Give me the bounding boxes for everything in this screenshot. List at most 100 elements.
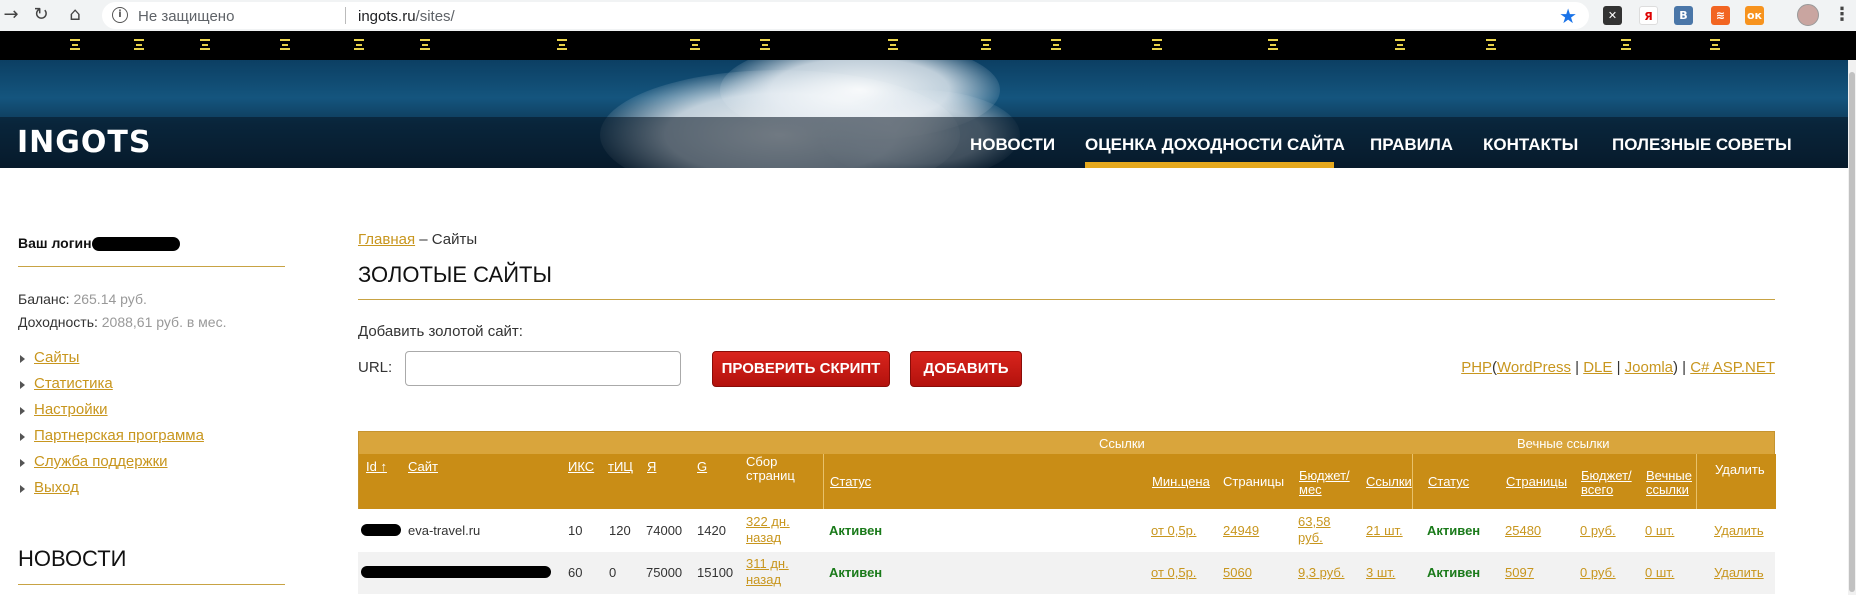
bookmark-icon[interactable] — [134, 39, 144, 50]
cell-eternal-links[interactable]: 0 шт. — [1645, 565, 1674, 581]
bookmark-icon[interactable] — [557, 39, 567, 50]
pages-link[interactable]: 5060 — [1223, 565, 1252, 580]
add-site-button[interactable]: ДОБАВИТЬ — [910, 351, 1022, 387]
nav-item-tips[interactable]: ПОЛЕЗНЫЕ СОВЕТЫ — [1612, 135, 1792, 155]
sort-link[interactable]: Страницы — [1506, 474, 1567, 489]
min-price-link[interactable]: от 0,5р. — [1151, 523, 1196, 538]
cell-eternal-budget[interactable]: 0 руб. — [1580, 523, 1616, 539]
sidebar-item-support[interactable]: Служба поддержки — [18, 453, 204, 479]
page-scrollbar[interactable] — [1848, 60, 1856, 595]
sidebar-link[interactable]: Настройки — [34, 401, 108, 418]
collect-link[interactable]: 311 дн. назад — [746, 556, 789, 587]
sort-link[interactable]: Бюджет/ всего — [1581, 468, 1632, 497]
sort-link[interactable]: Статус — [1428, 474, 1469, 489]
cell-min-price[interactable]: от 0,5р. — [1151, 523, 1196, 539]
sort-link[interactable]: G — [697, 459, 707, 474]
col-status[interactable]: Статус — [830, 475, 871, 489]
bookmark-icon[interactable] — [1268, 39, 1278, 50]
col-eternal-status[interactable]: Статус — [1428, 475, 1469, 489]
eternal-budget-link[interactable]: 0 руб. — [1580, 523, 1616, 538]
wordpress-link[interactable]: WordPress — [1497, 359, 1571, 376]
col-id[interactable]: Id ↑ — [366, 460, 387, 474]
url-text[interactable]: ingots.ru/sites/ — [358, 8, 455, 25]
bookmark-icon[interactable] — [200, 39, 210, 50]
php-link[interactable]: PHP — [1461, 359, 1492, 376]
nav-item-contacts[interactable]: КОНТАКТЫ — [1483, 135, 1578, 155]
joomla-link[interactable]: Joomla — [1625, 359, 1673, 376]
rss-extension-icon[interactable]: ≋ — [1711, 6, 1730, 25]
profile-avatar[interactable] — [1797, 4, 1819, 26]
bookmark-icon[interactable] — [888, 39, 898, 50]
bookmark-icon[interactable] — [1486, 39, 1496, 50]
sort-link[interactable]: Id ↑ — [366, 459, 387, 474]
col-min-price[interactable]: Мин.цена — [1152, 475, 1210, 489]
reload-icon[interactable]: ↻ — [30, 4, 52, 26]
cell-eternal-budget[interactable]: 0 руб. — [1580, 565, 1616, 581]
bookmark-star-icon[interactable]: ★ — [1559, 4, 1577, 28]
sidebar-link[interactable]: Выход — [34, 479, 79, 496]
sidebar-link[interactable]: Статистика — [34, 375, 113, 392]
sidebar-link[interactable]: Служба поддержки — [34, 453, 168, 470]
breadcrumb-home-link[interactable]: Главная — [358, 231, 415, 248]
cell-pages[interactable]: 24949 — [1223, 523, 1259, 539]
eternal-pages-link[interactable]: 5097 — [1505, 565, 1534, 580]
sort-link[interactable]: тИЦ — [608, 459, 633, 474]
nav-item-income[interactable]: ОЦЕНКА ДОХОДНОСТИ САЙТА — [1085, 135, 1345, 155]
cell-links[interactable]: 21 шт. — [1366, 523, 1403, 539]
cell-collect[interactable]: 311 дн. назад — [746, 556, 789, 588]
bookmark-icon[interactable] — [760, 39, 770, 50]
cell-eternal-pages[interactable]: 25480 — [1505, 523, 1541, 539]
bookmark-icon[interactable] — [981, 39, 991, 50]
sort-link[interactable]: Статус — [830, 474, 871, 489]
extension-icon[interactable]: ✕ — [1603, 6, 1622, 25]
cell-pages[interactable]: 5060 — [1223, 565, 1252, 581]
col-google[interactable]: G — [697, 460, 707, 474]
min-price-link[interactable]: от 0,5р. — [1151, 565, 1196, 580]
sidebar-link[interactable]: Партнерская программа — [34, 427, 204, 444]
bookmark-icon[interactable] — [70, 39, 80, 50]
col-yandex[interactable]: Я — [647, 460, 656, 474]
cell-eternal-links[interactable]: 0 шт. — [1645, 523, 1674, 539]
sidebar-link[interactable]: Сайты — [34, 349, 79, 366]
col-tic[interactable]: тИЦ — [608, 460, 633, 474]
site-logo[interactable]: INGOTS — [17, 125, 151, 160]
sidebar-item-sites[interactable]: Сайты — [18, 349, 204, 375]
col-eternal-pages[interactable]: Страницы — [1506, 475, 1567, 489]
cell-eternal-pages[interactable]: 5097 — [1505, 565, 1534, 581]
scrollbar-thumb[interactable] — [1849, 72, 1855, 592]
eternal-links-link[interactable]: 0 шт. — [1645, 523, 1674, 538]
sort-link[interactable]: Сайт — [408, 459, 438, 474]
address-bar[interactable]: i Не защищено ingots.ru/sites/ ★ — [102, 2, 1589, 29]
cell-min-price[interactable]: от 0,5р. — [1151, 565, 1196, 581]
links-link[interactable]: 3 шт. — [1366, 565, 1395, 580]
ok-extension-icon[interactable]: ок — [1745, 6, 1764, 25]
sidebar-item-stats[interactable]: Статистика — [18, 375, 204, 401]
bookmark-icon[interactable] — [1152, 39, 1162, 50]
sort-link[interactable]: Бюджет/ мес — [1299, 468, 1350, 497]
eternal-links-link[interactable]: 0 шт. — [1645, 565, 1674, 580]
bookmark-icon[interactable] — [1051, 39, 1061, 50]
browser-menu-icon[interactable]: ⋮ — [1833, 4, 1851, 25]
back-icon[interactable]: → — [0, 4, 22, 26]
cell-delete[interactable]: Удалить — [1714, 565, 1764, 581]
sidebar-item-settings[interactable]: Настройки — [18, 401, 204, 427]
pages-link[interactable]: 24949 — [1223, 523, 1259, 538]
cell-budget[interactable]: 63,58 руб. — [1298, 514, 1331, 546]
col-eternal-budget[interactable]: Бюджет/ всего — [1581, 469, 1632, 497]
links-link[interactable]: 21 шт. — [1366, 523, 1403, 538]
delete-link[interactable]: Удалить — [1714, 523, 1764, 538]
col-budget[interactable]: Бюджет/ мес — [1299, 469, 1350, 497]
vk-extension-icon[interactable]: В — [1674, 6, 1693, 25]
nav-item-rules[interactable]: ПРАВИЛА — [1370, 135, 1453, 155]
bookmark-icon[interactable] — [280, 39, 290, 50]
sidebar-item-logout[interactable]: Выход — [18, 479, 204, 505]
collect-link[interactable]: 322 дн. назад — [746, 514, 790, 545]
check-script-button[interactable]: ПРОВЕРИТЬ СКРИПТ — [712, 351, 890, 387]
budget-link[interactable]: 9,3 руб. — [1298, 565, 1344, 580]
sort-link[interactable]: Ссылки — [1366, 474, 1412, 489]
dle-link[interactable]: DLE — [1583, 359, 1612, 376]
eternal-pages-link[interactable]: 25480 — [1505, 523, 1541, 538]
col-links[interactable]: Ссылки — [1366, 475, 1412, 489]
bookmark-icon[interactable] — [354, 39, 364, 50]
url-input[interactable] — [405, 351, 681, 386]
